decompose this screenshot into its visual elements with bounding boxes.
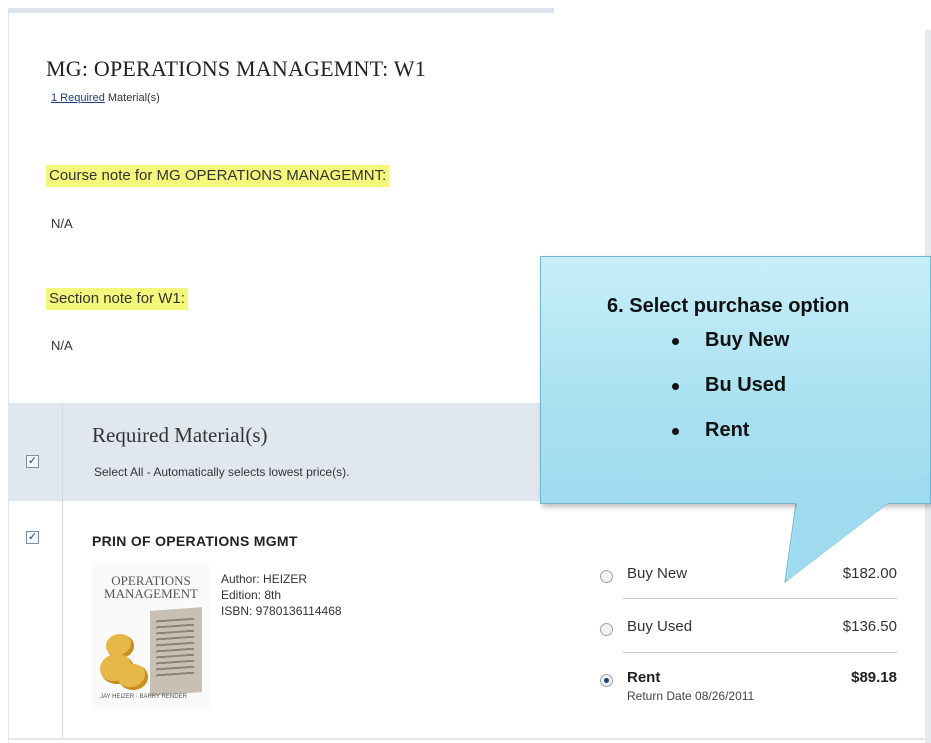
panel-bottom-border	[8, 738, 925, 740]
course-note-label: Course note for MG OPERATIONS MANAGEMNT:	[46, 165, 390, 187]
callout-heading: 6. Select purchase option	[607, 295, 850, 317]
bullet-icon	[672, 383, 679, 390]
option-separator	[623, 652, 897, 653]
buy-used-label: Buy Used	[627, 618, 693, 635]
cover-authors: JAY HEIZER · BARRY RENDER	[100, 694, 187, 700]
column-divider	[62, 403, 63, 738]
book-author: Author: HEIZER	[221, 572, 308, 586]
buy-used-radio[interactable]	[600, 623, 613, 636]
instruction-callout: 6. Select purchase option Buy New Bu Use…	[540, 256, 931, 504]
cover-chip	[118, 664, 148, 690]
callout-item: Rent	[672, 419, 749, 442]
panel-top-border	[8, 8, 554, 13]
book-isbn: ISBN: 9780136114468	[221, 604, 342, 618]
callout-item: Buy New	[672, 329, 789, 352]
buy-new-label: Buy New	[627, 565, 688, 582]
section-note-value: N/A	[51, 338, 73, 353]
book-title: PRIN OF OPERATIONS MGMT	[92, 533, 298, 549]
required-link[interactable]: 1 Required	[51, 92, 105, 104]
required-materials-count: 1 Required Material(s)	[51, 92, 160, 104]
section-note-label: Section note for W1:	[46, 288, 188, 310]
select-all-checkbox[interactable]: ✓	[26, 455, 39, 468]
bullet-icon	[672, 338, 679, 345]
option-separator	[623, 598, 897, 599]
rent-price: $89.18	[851, 669, 897, 686]
book-cover-image: OPERATIONS MANAGEMENT JAY HEIZER · BARRY…	[92, 564, 210, 709]
bullet-icon	[672, 428, 679, 435]
cover-book-illustration	[150, 607, 202, 696]
callout-item: Bu Used	[672, 374, 786, 397]
select-all-label: Select All - Automatically selects lowes…	[94, 465, 350, 479]
panel-left-border	[8, 13, 9, 743]
rent-label: Rent	[627, 669, 661, 686]
course-title: MG: OPERATIONS MANAGEMNT: W1	[46, 56, 426, 81]
book-edition: Edition: 8th	[221, 588, 282, 602]
buy-new-price: $182.00	[842, 565, 897, 582]
book-checkbox[interactable]: ✓	[26, 531, 39, 544]
course-note-value: N/A	[51, 216, 73, 231]
required-suffix: Material(s)	[104, 92, 160, 104]
buy-new-radio[interactable]	[600, 570, 613, 583]
required-materials-title: Required Material(s)	[92, 423, 268, 447]
cover-title: OPERATIONS MANAGEMENT	[104, 573, 198, 601]
rent-radio[interactable]	[600, 674, 613, 687]
rent-return-date: Return Date 08/26/2011	[627, 689, 755, 703]
buy-used-price: $136.50	[842, 618, 897, 635]
